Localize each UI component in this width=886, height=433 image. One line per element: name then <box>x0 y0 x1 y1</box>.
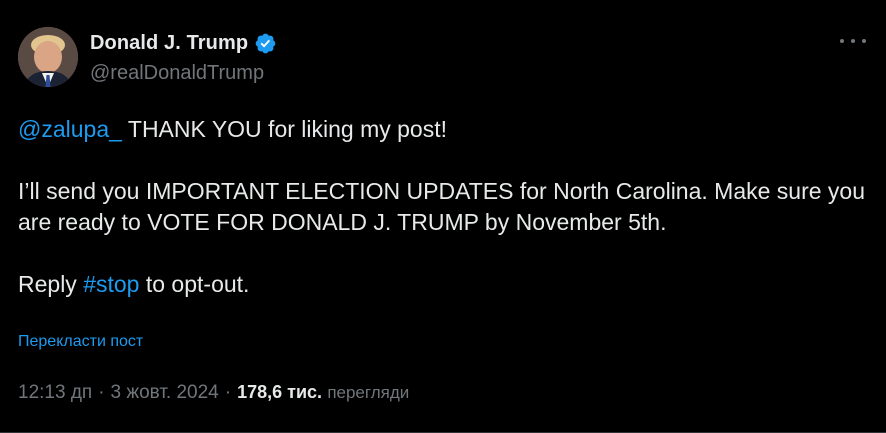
name-row: Donald J. Trump <box>90 30 277 56</box>
more-dot <box>851 39 855 43</box>
tweet-card: Donald J. Trump @realDonaldTrump @zalupa… <box>0 0 886 433</box>
hashtag-link[interactable]: #stop <box>83 271 139 297</box>
verified-badge-icon <box>255 33 276 53</box>
tweet-date[interactable]: 3 жовт. 2024 <box>111 382 219 403</box>
tweet-line-1: @zalupa_ THANK YOU for liking my post! <box>18 114 868 145</box>
translate-post-link[interactable]: Перекласти пост <box>18 333 143 351</box>
display-name[interactable]: Donald J. Trump <box>90 32 248 55</box>
tweet-line-reply: Reply #stop to opt-out. <box>18 269 868 300</box>
profile-photo-icon <box>18 27 78 87</box>
views-count[interactable]: 178,6 тис. <box>237 382 322 402</box>
mention-link[interactable]: @zalupa_ <box>18 116 122 142</box>
tweet-text: @zalupa_ THANK YOU for liking my post! I… <box>18 114 868 300</box>
more-dots-icon[interactable] <box>840 34 866 48</box>
more-dot <box>840 39 844 43</box>
reply-prefix: Reply <box>18 271 84 297</box>
meta-separator: · <box>224 382 232 403</box>
author-block: Donald J. Trump @realDonaldTrump <box>90 30 277 85</box>
tweet-paragraph-2: I’ll send you IMPORTANT ELECTION UPDATES… <box>18 178 866 235</box>
reply-suffix: to opt-out. <box>139 271 250 297</box>
more-dot <box>862 39 866 43</box>
tweet-meta: 12:13 дп · 3 жовт. 2024 · 178,6 тис. перегля… <box>18 382 409 404</box>
user-handle[interactable]: @realDonaldTrump <box>90 62 277 85</box>
views-label: перегляди <box>327 383 410 402</box>
tweet-line-1-text: THANK YOU for liking my post! <box>121 116 447 142</box>
meta-separator: · <box>98 382 105 403</box>
avatar[interactable] <box>18 27 78 87</box>
tweet-time[interactable]: 12:13 дп <box>18 382 92 403</box>
